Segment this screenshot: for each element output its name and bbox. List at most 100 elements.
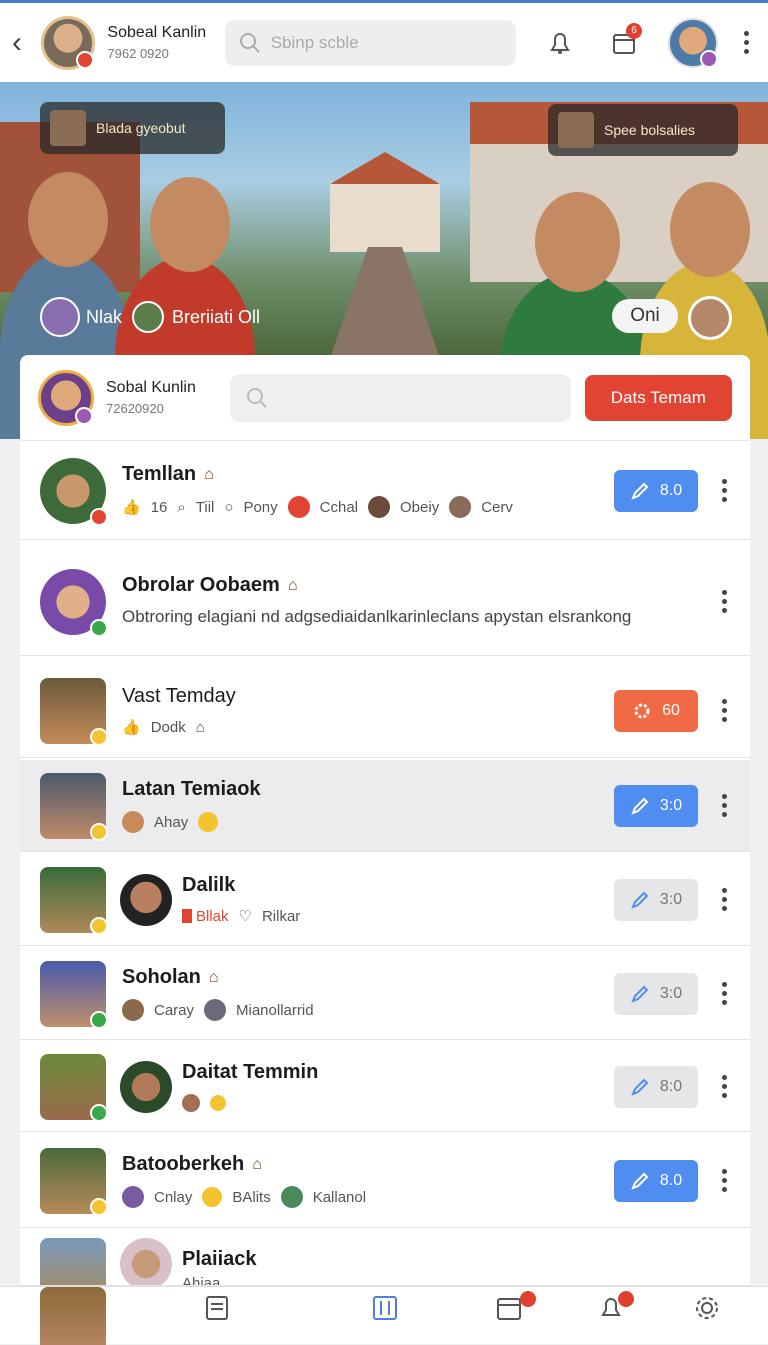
list-item[interactable]: Soholan ⌂ Caray Mianollarrid 3:0 (20, 948, 750, 1040)
panel-user-name: Sobal Kunlin (106, 379, 196, 396)
item-meta: Cnlay (154, 1188, 193, 1206)
edit-button[interactable]: 3:0 (614, 784, 698, 827)
more-icon[interactable] (714, 791, 734, 821)
action-button[interactable]: 60 (614, 689, 698, 732)
more-icon[interactable] (714, 885, 734, 915)
mini-avatar (449, 496, 472, 518)
back-icon[interactable]: ‹ (12, 26, 35, 60)
nav-item-settings[interactable] (662, 1295, 752, 1321)
home-icon: ⌂ (195, 718, 205, 736)
list-item[interactable]: Daitat Temmin 8:0 (20, 1042, 750, 1132)
item-meta: BAlits (232, 1188, 271, 1206)
item-title: Daitat Temmin (182, 1061, 319, 1083)
item-meta: Tiil (195, 498, 215, 516)
profile-id: 7962 0920 (107, 46, 169, 61)
nav-item-feed[interactable] (172, 1295, 262, 1321)
more-icon[interactable] (714, 476, 734, 506)
calendar-icon[interactable]: 6 (604, 22, 644, 63)
more-icon[interactable] (714, 587, 734, 617)
bell-icon[interactable] (540, 23, 580, 63)
edit-button[interactable]: 8.0 (614, 1159, 698, 1202)
nav-item-alerts[interactable] (566, 1291, 656, 1321)
item-meta: Dodk (150, 718, 186, 736)
circle-icon: ○ (224, 498, 234, 516)
hero-chips: Nlak Breriiati Oll (40, 297, 260, 337)
home-icon: ⌂ (252, 1155, 262, 1173)
overlay-card-right[interactable]: Spee bolsalies (548, 104, 738, 156)
home-icon: ⌂ (208, 968, 219, 986)
more-icon[interactable] (714, 1166, 734, 1196)
item-description: Obtroring elagiani nd adgsediaidanlkarin… (122, 607, 632, 626)
emoji-icon (210, 1095, 226, 1111)
thumb-icon: 👍 (122, 499, 141, 516)
panel-search-input[interactable] (230, 373, 571, 422)
status-badge (90, 1010, 108, 1029)
nav-avatar[interactable] (40, 1286, 106, 1345)
add-friend-button[interactable]: Dats Temam (584, 374, 732, 421)
item-avatar (40, 457, 108, 526)
button-value: 3:0 (659, 890, 683, 908)
more-icon[interactable] (714, 696, 734, 726)
edit-button[interactable]: 3:0 (614, 972, 698, 1015)
more-icon[interactable] (714, 979, 734, 1009)
item-title: Dalilk (182, 874, 236, 896)
mini-avatar (122, 999, 144, 1021)
document-icon (206, 1296, 228, 1320)
status-badge (90, 916, 108, 935)
item-thumbnail (40, 772, 108, 841)
building (330, 182, 440, 252)
chip-avatar[interactable] (40, 297, 80, 337)
item-title: Obrolar Oobaem (122, 574, 280, 596)
button-value: 3:0 (659, 796, 683, 814)
item-avatar (120, 1060, 172, 1113)
item-meta: Obeiy (400, 498, 440, 516)
list-item[interactable]: Dalilk Bllak ♡ Rilkar 3:0 (20, 854, 750, 946)
item-avatar (40, 568, 108, 637)
person-head (150, 177, 230, 272)
overlay-card-left[interactable]: Blada gyeobut (40, 102, 225, 154)
top-actions: 6 (540, 17, 756, 68)
edit-button[interactable]: 8:0 (614, 1065, 698, 1108)
gear-icon (696, 1297, 718, 1319)
more-icon[interactable] (736, 28, 756, 58)
person-head (670, 182, 750, 277)
profile-avatar[interactable] (41, 15, 96, 70)
list-item[interactable]: Batooberkeh ⌂ Cnlay BAlits Kallanol 8.0 (20, 1134, 750, 1228)
item-body: Temllan ⌂ 👍 16 ⌕ Tiil ○ Pony Cchal Obeiy Cer… (122, 463, 614, 518)
item-title: Plaiiack (182, 1248, 257, 1270)
thumb-icon: 👍 (122, 719, 141, 736)
bottom-nav (0, 1286, 768, 1345)
list-item[interactable]: Obrolar Oobaem ⌂ Obtroring elagiani nd ad… (20, 548, 750, 656)
hero-avatar[interactable] (688, 296, 732, 340)
item-body: Vast Temday 👍 Dodk ⌂ (122, 685, 614, 736)
nav-item-calendar[interactable] (464, 1291, 554, 1321)
edit-button[interactable]: 3:0 (614, 878, 698, 921)
item-body: Obrolar Oobaem ⌂ Obtroring elagiani nd ad… (122, 574, 714, 629)
mini-avatar (280, 1186, 303, 1208)
chip-avatar[interactable] (132, 301, 165, 333)
calendar-icon (497, 1298, 521, 1320)
search-input[interactable]: Sbinp scble (224, 19, 516, 66)
item-thumbnail (40, 960, 108, 1029)
list-item[interactable]: Vast Temday 👍 Dodk ⌂ 60 (20, 664, 750, 758)
status-badge (90, 727, 108, 746)
item-avatar (120, 873, 172, 926)
nav-item-groups[interactable] (340, 1295, 430, 1321)
edit-button[interactable]: 8.0 (614, 469, 698, 512)
overlay-card-text: Spee bolsalies (604, 122, 696, 138)
item-thumbnail (40, 866, 108, 935)
more-icon[interactable] (714, 1072, 734, 1102)
toggle-button[interactable]: Oni (612, 299, 678, 333)
list-item[interactable]: Latan Temiaok Ahay 3:0 (20, 760, 750, 852)
search-icon (247, 387, 267, 408)
emoji-icon (202, 1187, 223, 1207)
list-item[interactable]: Plaiiack Ahiaa (20, 1230, 750, 1286)
edit-icon (631, 1078, 649, 1096)
search-icon: ⌕ (177, 498, 186, 516)
list-item[interactable]: Temllan ⌂ 👍 16 ⌕ Tiil ○ Pony Cchal Obeiy Cer… (20, 442, 750, 540)
item-title: Batooberkeh (122, 1153, 245, 1175)
item-title: Vast Temday (122, 685, 236, 707)
status-badge (90, 618, 108, 637)
user-avatar[interactable] (668, 17, 718, 68)
panel-avatar[interactable] (38, 369, 94, 426)
